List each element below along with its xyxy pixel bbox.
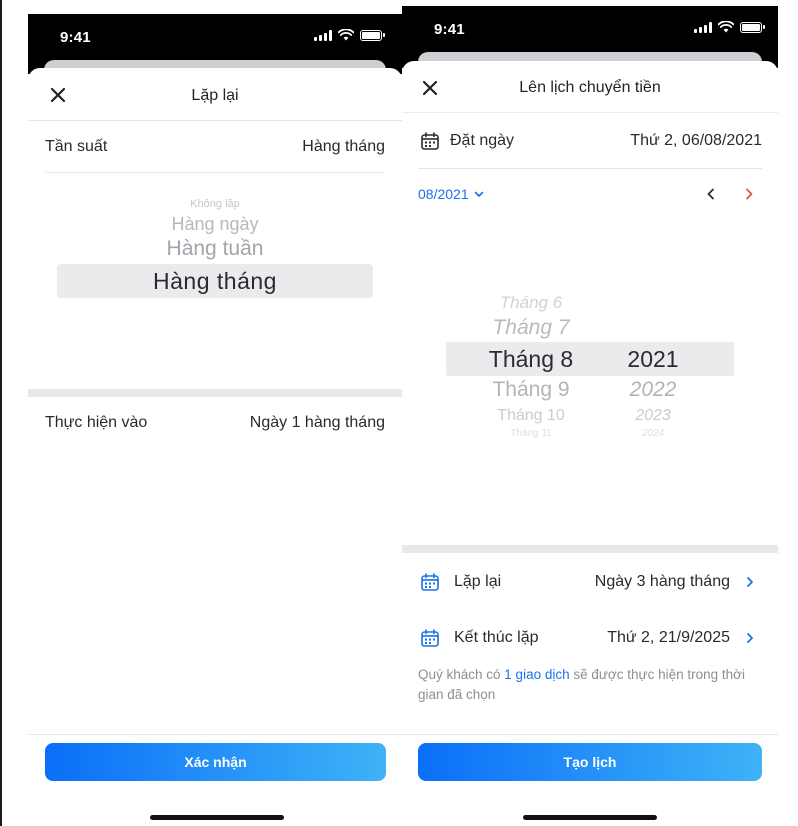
sheet-header: Lặp lại: [28, 68, 402, 122]
calendar-icon: [421, 573, 439, 591]
picker-option-selected[interactable]: Hàng tháng: [45, 268, 385, 295]
year-option[interactable]: 2024: [612, 428, 694, 439]
month-column[interactable]: Tháng 6 Tháng 7 Tháng 8 Tháng 9 Tháng 10…: [472, 285, 590, 445]
frequency-picker[interactable]: Không lặp Hàng ngày Hàng tuần Hàng tháng: [45, 192, 385, 312]
picker-option[interactable]: Hàng tuần: [45, 237, 385, 261]
home-indicator: [523, 815, 657, 820]
execute-value: Ngày 1 hàng tháng: [249, 414, 385, 431]
schedule-sheet: Lên lịch chuyển tiền Đặt ngày Thứ 2, 06/…: [402, 61, 778, 826]
status-time: 9:41: [60, 29, 91, 46]
picker-option[interactable]: Không lặp: [45, 198, 385, 210]
divider: [402, 734, 778, 735]
month-selector[interactable]: 08/2021: [418, 186, 485, 202]
frequency-value: Hàng tháng: [302, 138, 385, 155]
month-option[interactable]: Tháng 6: [472, 293, 590, 313]
date-value: Thứ 2, 06/08/2021: [630, 132, 762, 149]
chevron-left-icon[interactable]: [704, 187, 718, 201]
repeat-row[interactable]: Lặp lại Ngày 3 hàng tháng: [420, 572, 756, 592]
section-separator: [28, 389, 402, 397]
sheet-title: Lặp lại: [191, 87, 239, 104]
execute-label: Thực hiện vào: [45, 414, 148, 431]
confirm-button[interactable]: Xác nhận: [45, 743, 386, 781]
end-repeat-value: Thứ 2, 21/9/2025: [607, 629, 730, 646]
create-schedule-button[interactable]: Tạo lịch: [418, 743, 762, 781]
schedule-note: Quý khách có 1 giao dịch sẽ được thực hi…: [418, 665, 752, 705]
frequency-label: Tần suất: [45, 138, 108, 155]
divider: [418, 168, 762, 169]
repeat-sheet: Lặp lại Tần suất Hàng tháng Không lặp Hà…: [28, 68, 402, 826]
chevron-down-icon: [474, 191, 483, 197]
status-time: 9:41: [434, 21, 465, 38]
wifi-icon: [338, 29, 354, 41]
calendar-icon: [421, 629, 439, 647]
chevron-right-icon: [747, 633, 753, 643]
month-option[interactable]: Tháng 7: [472, 316, 590, 340]
end-repeat-label: Kết thúc lặp: [454, 629, 539, 646]
frequency-row[interactable]: Tần suất Hàng tháng: [45, 138, 385, 156]
repeat-value: Ngày 3 hàng tháng: [594, 573, 730, 590]
phone-screen-repeat: 9:41 Lặp lại Tần suất Hàng tháng Không l…: [0, 0, 402, 826]
section-separator: [402, 545, 778, 553]
home-indicator: [150, 815, 284, 820]
battery-icon: [360, 29, 385, 41]
month-option[interactable]: Tháng 11: [472, 428, 590, 439]
year-option[interactable]: 2022: [612, 378, 694, 402]
wifi-icon: [718, 21, 734, 33]
note-prefix: Quý khách có: [418, 667, 505, 682]
year-option[interactable]: 2023: [612, 407, 694, 425]
chevron-right-icon[interactable]: [742, 187, 756, 201]
date-row[interactable]: Đặt ngày Thứ 2, 06/08/2021: [420, 131, 762, 151]
divider: [28, 120, 402, 121]
chevron-right-icon: [747, 577, 753, 587]
repeat-label: Lặp lại: [454, 573, 502, 590]
execute-row[interactable]: Thực hiện vào Ngày 1 hàng tháng: [45, 414, 385, 432]
sheet-header: Lên lịch chuyển tiền: [402, 61, 778, 113]
transaction-count-link[interactable]: 1 giao dịch: [504, 667, 569, 682]
date-label: Đặt ngày: [450, 132, 515, 149]
month-option-selected[interactable]: Tháng 8: [472, 346, 590, 373]
signal-icon: [314, 29, 332, 41]
month-year-picker[interactable]: Tháng 6 Tháng 7 Tháng 8 Tháng 9 Tháng 10…: [402, 285, 778, 445]
month-option[interactable]: Tháng 9: [472, 378, 590, 402]
battery-icon: [740, 21, 765, 33]
sheet-title: Lên lịch chuyển tiền: [519, 79, 661, 96]
month-selector-label: 08/2021: [418, 186, 469, 202]
year-column[interactable]: 2021 2022 2023 2024: [612, 285, 694, 445]
calendar-icon: [421, 132, 439, 150]
end-repeat-row[interactable]: Kết thúc lặp Thứ 2, 21/9/2025: [420, 628, 756, 648]
divider: [45, 172, 385, 173]
year-option-selected[interactable]: 2021: [612, 346, 694, 373]
divider: [28, 734, 402, 735]
phone-screen-schedule: 9:41 Lên lịch chuyển tiền Đặt ngày Thứ 2…: [402, 0, 778, 826]
picker-option[interactable]: Hàng ngày: [45, 214, 385, 235]
month-option[interactable]: Tháng 10: [472, 407, 590, 425]
signal-icon: [694, 21, 712, 33]
